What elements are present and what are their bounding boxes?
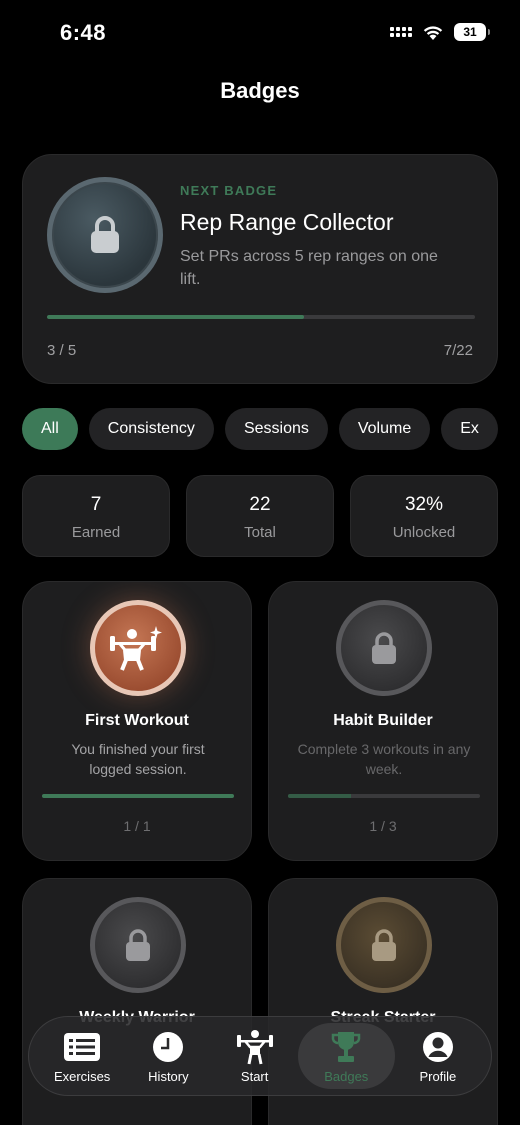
next-badge-description: Set PRs across 5 rep ranges on one lift. [180, 248, 438, 288]
next-badge-progress-fill [47, 315, 304, 319]
stat-value: 22 [249, 494, 271, 515]
stat-label: Unlocked [392, 524, 456, 541]
filter-chips: All Consistency Sessions Volume Ex [22, 408, 498, 450]
tab-start[interactable]: Start [212, 1023, 298, 1089]
person-icon [422, 1029, 454, 1065]
filter-chip-sessions[interactable]: Sessions [224, 408, 328, 450]
badge-description: Complete 3 workouts in any week. [297, 741, 471, 777]
badge-progress-fill [42, 794, 234, 798]
lock-icon [372, 929, 396, 961]
badge-count: 1 / 1 [123, 818, 151, 834]
clock-icon [152, 1029, 184, 1065]
page-title: Badges [220, 78, 300, 103]
badge-progress-bar [42, 794, 234, 798]
lock-icon [372, 632, 396, 664]
lock-icon [126, 929, 150, 961]
trophy-icon [330, 1029, 362, 1065]
stat-value: 32% [404, 494, 444, 515]
battery-icon: 31 [454, 23, 490, 41]
badge-progress-fill [288, 794, 352, 798]
tab-history[interactable]: History [125, 1023, 211, 1089]
stat-value: 7 [90, 494, 102, 515]
status-bar: 6:48 31 [0, 0, 520, 70]
next-badge-card[interactable]: NEXT BADGE Rep Range Collector Set PRs a… [22, 154, 498, 384]
badge-card-habit-builder[interactable]: Habit Builder Complete 3 workouts in any… [268, 581, 498, 861]
badge-name: Habit Builder [333, 712, 433, 729]
status-time: 6:48 [60, 20, 107, 45]
badge-medal-earned [90, 600, 186, 696]
wifi-icon [423, 25, 443, 40]
tab-label: Profile [419, 1068, 457, 1084]
badge-count: 1 / 3 [369, 818, 397, 834]
next-badge-overall: 7/22 [443, 342, 473, 359]
list-icon [63, 1029, 101, 1065]
tab-exercises[interactable]: Exercises [39, 1023, 125, 1089]
filter-chip-volume[interactable]: Volume [338, 408, 431, 450]
tab-label: History [148, 1068, 189, 1084]
stat-earned: 7 Earned [22, 475, 170, 557]
tab-bar: Exercises History Start Badges Profile [28, 1016, 492, 1096]
weightlifter-icon [110, 626, 162, 671]
filter-chip-consistency[interactable]: Consistency [88, 408, 214, 450]
stat-label: Total [244, 524, 276, 541]
tab-label: Start [240, 1068, 269, 1084]
status-icons: 31 [390, 23, 490, 41]
filter-chip-all[interactable]: All [22, 408, 78, 450]
tab-label: Badges [324, 1068, 369, 1084]
tab-label: Exercises [53, 1068, 111, 1084]
stat-label: Earned [71, 524, 121, 541]
next-badge-progress-bar [47, 315, 475, 319]
badge-medal-locked [336, 897, 432, 993]
filter-chip-extra[interactable]: Ex [441, 408, 498, 450]
next-badge-title: Rep Range Collector [180, 209, 394, 235]
stat-total: 22 Total [186, 475, 334, 557]
lock-icon [91, 216, 119, 253]
next-badge-count: 3 / 5 [47, 342, 77, 359]
tab-profile[interactable]: Profile [395, 1023, 481, 1089]
badge-card-first-workout[interactable]: First Workout You finished your first lo… [22, 581, 252, 861]
badge-name: First Workout [85, 712, 189, 729]
badge-medal-locked [336, 600, 432, 696]
badge-progress-bar [288, 794, 480, 798]
badge-medal-locked [90, 897, 186, 993]
tab-badges[interactable]: Badges [297, 1023, 395, 1089]
badge-description: You finished your first logged session. [71, 741, 205, 777]
cellular-signal-icon [390, 27, 412, 37]
next-badge-medal [47, 177, 163, 293]
weightlifter-icon [236, 1029, 274, 1065]
stat-unlocked: 32% Unlocked [350, 475, 498, 557]
next-badge-kicker: NEXT BADGE [180, 183, 278, 198]
